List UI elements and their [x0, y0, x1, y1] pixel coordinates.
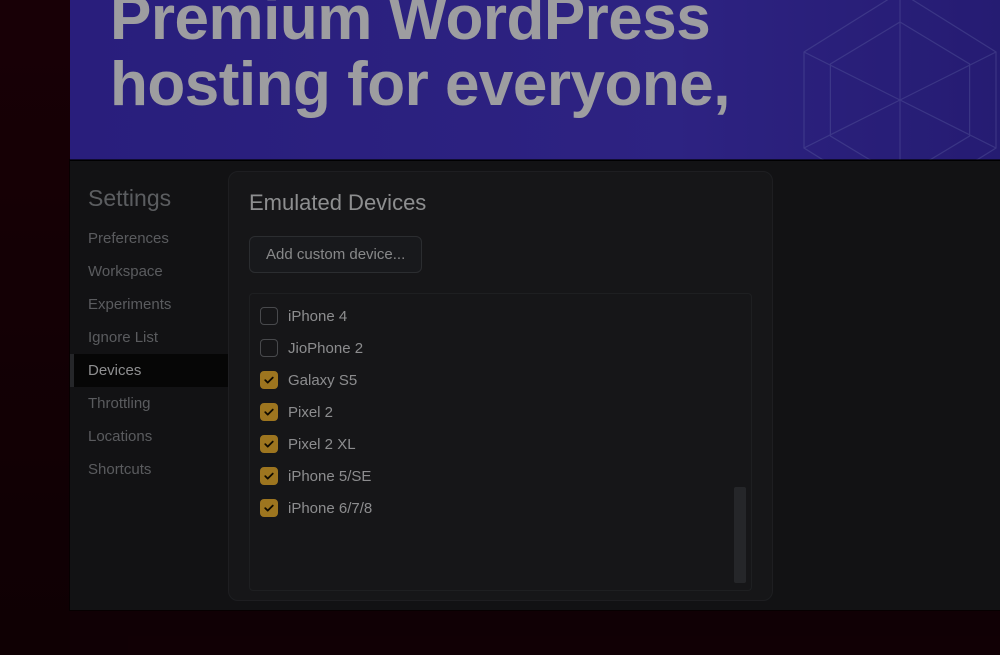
device-checkbox[interactable] — [260, 371, 278, 389]
window-left-gutter — [0, 0, 70, 655]
sidebar-item-preferences[interactable]: Preferences — [70, 222, 228, 255]
device-checkbox[interactable] — [260, 435, 278, 453]
device-label: iPhone 6/7/8 — [288, 500, 372, 517]
device-row[interactable]: Pixel 2 — [256, 396, 729, 428]
hero-headline: Premium WordPress hosting for everyone, — [110, 0, 730, 117]
settings-sidebar: Settings PreferencesWorkspaceExperiments… — [70, 161, 228, 610]
devtools-settings-panel: Settings PreferencesWorkspaceExperiments… — [70, 160, 1000, 610]
add-custom-device-button[interactable]: Add custom device... — [249, 236, 422, 273]
sidebar-item-shortcuts[interactable]: Shortcuts — [70, 453, 228, 486]
device-checkbox[interactable] — [260, 403, 278, 421]
device-label: JioPhone 2 — [288, 340, 363, 357]
hero-decorative-graphic — [780, 0, 1000, 160]
device-label: Pixel 2 — [288, 404, 333, 421]
device-label: iPhone 5/SE — [288, 468, 371, 485]
sidebar-item-throttling[interactable]: Throttling — [70, 387, 228, 420]
device-row[interactable]: iPhone 6/7/8 — [256, 492, 729, 524]
sidebar-item-ignore-list[interactable]: Ignore List — [70, 321, 228, 354]
hero-line-2: hosting for everyone, — [110, 50, 730, 119]
device-row[interactable]: iPhone 4 — [256, 300, 729, 332]
emulated-devices-card: Emulated Devices Add custom device... iP… — [228, 171, 773, 601]
device-checkbox[interactable] — [260, 499, 278, 517]
sidebar-item-workspace[interactable]: Workspace — [70, 255, 228, 288]
hero-line-1: Premium WordPress — [110, 0, 710, 53]
device-checkbox[interactable] — [260, 467, 278, 485]
device-row[interactable]: Galaxy S5 — [256, 364, 729, 396]
device-label: iPhone 4 — [288, 308, 347, 325]
device-list: iPhone 4 JioPhone 2 Galaxy S5 Pixel 2 Pixel … — [249, 293, 752, 591]
device-list-scrollbar[interactable] — [732, 297, 748, 587]
content-title: Emulated Devices — [249, 190, 752, 216]
device-label: Galaxy S5 — [288, 372, 357, 389]
sidebar-item-locations[interactable]: Locations — [70, 420, 228, 453]
scrollbar-thumb[interactable] — [734, 487, 746, 583]
hero-banner: Premium WordPress hosting for everyone, — [70, 0, 1000, 160]
device-row[interactable]: Pixel 2 XL — [256, 428, 729, 460]
device-label: Pixel 2 XL — [288, 436, 356, 453]
device-checkbox[interactable] — [260, 339, 278, 357]
device-checkbox[interactable] — [260, 307, 278, 325]
sidebar-item-experiments[interactable]: Experiments — [70, 288, 228, 321]
sidebar-item-devices[interactable]: Devices — [70, 354, 228, 387]
device-row[interactable]: JioPhone 2 — [256, 332, 729, 364]
device-row[interactable]: iPhone 5/SE — [256, 460, 729, 492]
settings-title: Settings — [70, 179, 228, 222]
